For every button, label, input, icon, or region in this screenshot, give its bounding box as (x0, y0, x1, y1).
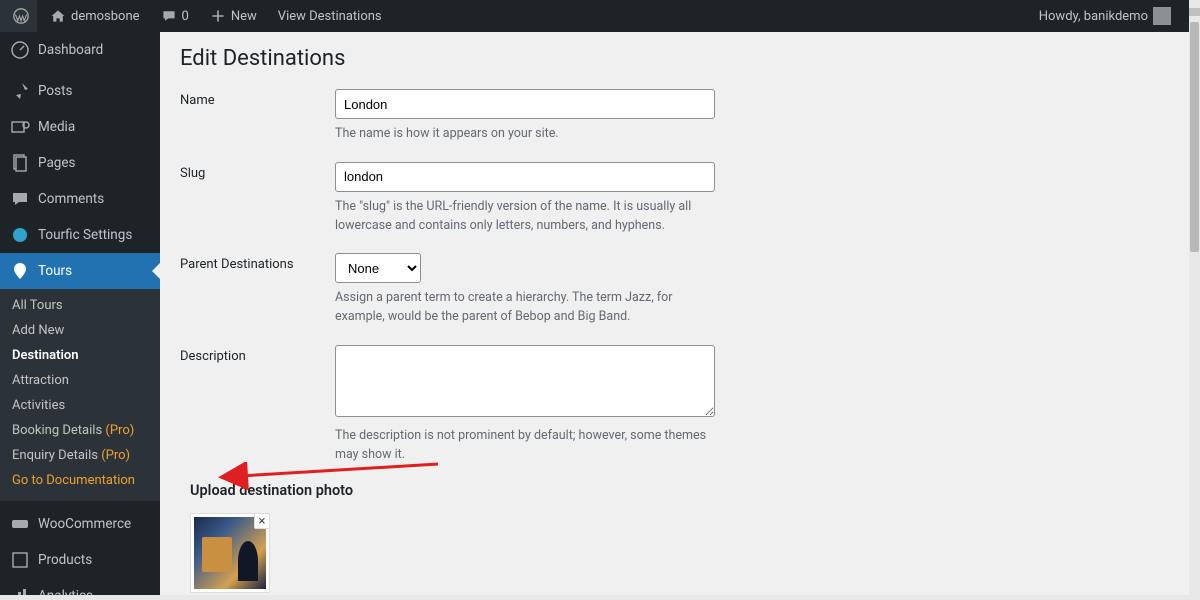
menu-products-label: Products (38, 552, 92, 568)
scrollbar[interactable] (1189, 0, 1200, 600)
parent-label: Parent Destinations (180, 253, 335, 327)
site-name-link[interactable]: demosbone (37, 0, 148, 32)
menu-tourfic[interactable]: Tourfic Settings (0, 217, 160, 253)
sub-enquiry-label: Enquiry Details (12, 448, 101, 463)
woo-icon (10, 514, 30, 534)
menu-woocommerce[interactable]: WooCommerce (0, 506, 160, 542)
sub-activities[interactable]: Activities (0, 393, 160, 418)
menu-dashboard[interactable]: Dashboard (0, 32, 160, 68)
menu-analytics-label: Analytics (38, 588, 93, 595)
admin-menu: Dashboard Posts Media Pages Comments Tou… (0, 32, 160, 595)
menu-woo-label: WooCommerce (38, 516, 131, 532)
new-label: New (231, 9, 257, 24)
sub-enquiry[interactable]: Enquiry Details (Pro) (0, 443, 160, 468)
menu-tours[interactable]: Tours (0, 253, 160, 289)
howdy-text: Howdy, banikdemo (1039, 9, 1148, 24)
wp-logo[interactable] (0, 0, 37, 32)
menu-tourfic-label: Tourfic Settings (38, 227, 132, 243)
content-area: Edit Destinations Name The name is how i… (160, 32, 1189, 595)
menu-comments-label: Comments (38, 191, 104, 207)
page-icon (10, 153, 30, 173)
comments-link[interactable]: 0 (148, 0, 197, 32)
close-icon: × (259, 514, 266, 529)
menu-pages-label: Pages (38, 155, 76, 171)
parent-help: Assign a parent term to create a hierarc… (335, 289, 715, 327)
media-icon (10, 117, 30, 137)
name-label: Name (180, 89, 335, 144)
tourfic-icon (10, 225, 30, 245)
sub-docs[interactable]: Go to Documentation (0, 468, 160, 493)
scrollbar-thumb[interactable] (1190, 22, 1199, 252)
view-destinations-link[interactable]: View Destinations (265, 0, 390, 32)
parent-select[interactable]: None (335, 253, 421, 283)
sub-booking-label: Booking Details (12, 423, 105, 438)
home-icon (50, 8, 66, 24)
menu-products[interactable]: Products (0, 542, 160, 578)
wordpress-icon (13, 8, 29, 24)
sub-attraction[interactable]: Attraction (0, 368, 160, 393)
pro-badge: (Pro) (105, 423, 134, 438)
sub-destination[interactable]: Destination (0, 343, 160, 368)
menu-analytics[interactable]: Analytics (0, 578, 160, 595)
upload-title: Upload destination photo (190, 482, 1159, 499)
menu-tours-label: Tours (38, 263, 72, 279)
admin-bar: demosbone 0 New View Destinations Howdy,… (0, 0, 1189, 32)
slug-help: The "slug" is the URL-friendly version o… (335, 198, 715, 236)
pro-badge: (Pro) (101, 448, 130, 463)
photo-thumb[interactable]: × (190, 513, 270, 593)
menu-media-label: Media (38, 119, 75, 135)
description-label: Description (180, 345, 335, 465)
menu-media[interactable]: Media (0, 109, 160, 145)
remove-photo-button[interactable]: × (254, 513, 270, 529)
view-label: View Destinations (278, 9, 382, 24)
slug-input[interactable] (335, 162, 715, 192)
description-textarea[interactable] (335, 345, 715, 417)
analytics-icon (10, 586, 30, 595)
bottombar (0, 595, 1189, 600)
comments-icon (10, 189, 30, 209)
dashboard-icon (10, 40, 30, 60)
menu-pages[interactable]: Pages (0, 145, 160, 181)
comments-count: 0 (182, 9, 189, 24)
products-icon (10, 550, 30, 570)
slug-label: Slug (180, 162, 335, 236)
menu-posts[interactable]: Posts (0, 73, 160, 109)
avatar (1153, 7, 1171, 25)
plus-icon (210, 8, 226, 24)
tours-submenu: All Tours Add New Destination Attraction… (0, 289, 160, 501)
sub-all-tours[interactable]: All Tours (0, 293, 160, 318)
account-link[interactable]: Howdy, banikdemo (1026, 0, 1175, 32)
site-name: demosbone (71, 9, 140, 24)
new-content-link[interactable]: New (197, 0, 265, 32)
tours-icon (10, 261, 30, 281)
sub-add-new[interactable]: Add New (0, 318, 160, 343)
name-help: The name is how it appears on your site. (335, 125, 715, 144)
description-help: The description is not prominent by defa… (335, 427, 715, 465)
menu-dashboard-label: Dashboard (38, 42, 103, 58)
page-title: Edit Destinations (180, 32, 1169, 89)
sub-booking[interactable]: Booking Details (Pro) (0, 418, 160, 443)
menu-posts-label: Posts (38, 83, 72, 99)
comment-icon (161, 8, 177, 24)
pin-icon (10, 81, 30, 101)
name-input[interactable] (335, 89, 715, 119)
menu-comments[interactable]: Comments (0, 181, 160, 217)
